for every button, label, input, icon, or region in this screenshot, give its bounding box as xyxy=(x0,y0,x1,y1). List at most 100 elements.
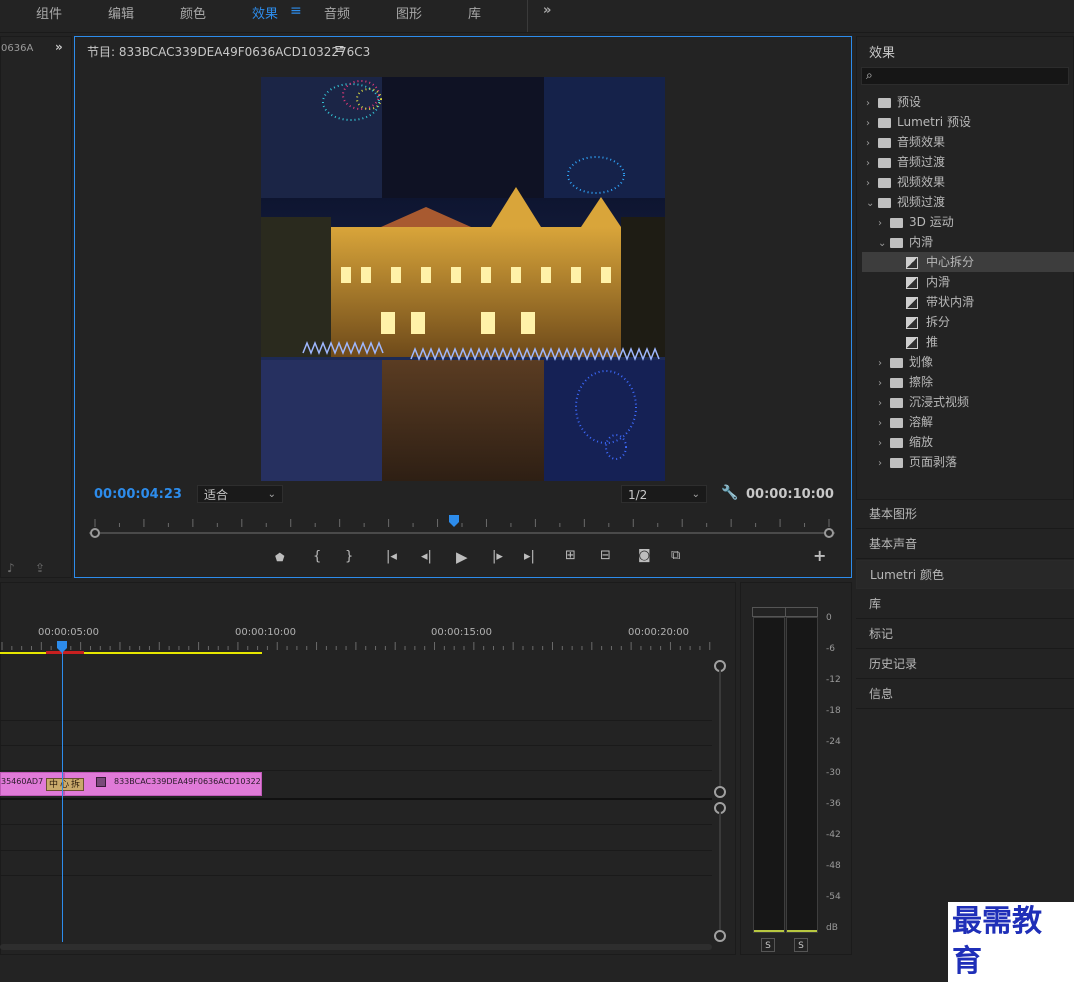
effect-folder[interactable]: ⌄ 视频过渡 xyxy=(862,192,1074,212)
panel-overflow-icon[interactable]: » xyxy=(55,40,63,54)
playhead-line[interactable] xyxy=(62,652,63,942)
chevron-right-icon[interactable]: › xyxy=(866,94,878,114)
panel-info[interactable]: 信息 xyxy=(856,680,1074,709)
video-clip-right[interactable]: 833BCAC339DEA49F0636ACD10322 xyxy=(64,772,262,796)
effect-folder[interactable]: › 划像 xyxy=(862,352,1074,372)
chevron-right-icon[interactable]: › xyxy=(866,154,878,174)
workspace-menu-icon[interactable]: ≡ xyxy=(290,3,302,19)
folder-icon xyxy=(878,177,891,188)
tree-item-label: 沉浸式视频 xyxy=(909,395,970,409)
workspace-tab-libraries[interactable]: 库 xyxy=(468,3,481,22)
chevron-right-icon[interactable]: › xyxy=(866,114,878,134)
effect-folder[interactable]: › 溶解 xyxy=(862,412,1074,432)
wrench-icon[interactable]: 🔧 xyxy=(721,485,738,501)
effect-folder[interactable]: › 擦除 xyxy=(862,372,1074,392)
ruler-label: 00:00:10:00 xyxy=(235,627,297,638)
workspace-tab-assembly[interactable]: 组件 xyxy=(36,3,62,22)
chevron-right-icon[interactable]: › xyxy=(866,134,878,154)
chevron-down-icon[interactable]: ⌄ xyxy=(866,194,878,214)
go-to-out-icon[interactable]: ▸| xyxy=(524,549,535,564)
chevron-down-icon[interactable]: ⌄ xyxy=(878,234,890,254)
button-editor-plus-icon[interactable]: + xyxy=(813,546,826,565)
solo-left-button[interactable]: S xyxy=(761,938,775,952)
export-frame-icon[interactable]: ◙ xyxy=(638,548,651,563)
chevron-right-icon[interactable]: › xyxy=(878,374,890,394)
program-monitor-title[interactable]: 节目: 833BCAC339DEA49F0636ACD1032276C3 xyxy=(87,43,370,60)
folder-icon xyxy=(878,157,891,168)
scroll-handle-bottom[interactable] xyxy=(714,786,726,798)
workspace-tab-color[interactable]: 颜色 xyxy=(180,3,206,22)
scroll-handle-bottom[interactable] xyxy=(714,930,726,942)
compare-view-icon[interactable]: ⧉ xyxy=(671,548,680,563)
workspace-tab-graphics[interactable]: 图形 xyxy=(396,3,422,22)
panel-history[interactable]: 历史记录 xyxy=(856,650,1074,679)
effect-item[interactable]: 拆分 xyxy=(862,312,1074,332)
add-marker-icon[interactable]: ⬟ xyxy=(275,551,285,564)
tree-item-label: Lumetri 预设 xyxy=(897,115,971,129)
zoom-fit-dropdown[interactable]: 适合 ⌄ xyxy=(197,485,283,503)
effects-search-input[interactable]: ⌕ xyxy=(861,67,1069,85)
chevron-right-icon[interactable]: › xyxy=(878,434,890,454)
horizontal-scrollbar[interactable] xyxy=(0,944,712,950)
effect-folder[interactable]: › Lumetri 预设 xyxy=(862,112,1074,132)
timeline-ruler[interactable] xyxy=(0,640,712,656)
ruler-label: 00:00:05:00 xyxy=(38,627,100,638)
effect-folder[interactable]: › 3D 运动 xyxy=(862,212,1074,232)
panel-essential-graphics[interactable]: 基本图形 xyxy=(856,500,1074,529)
effect-item[interactable]: 推 xyxy=(862,332,1074,352)
chevron-right-icon[interactable]: › xyxy=(878,394,890,414)
workspace-tab-effects[interactable]: 效果 xyxy=(252,3,278,22)
mark-out-icon[interactable]: } xyxy=(345,549,353,564)
db-tick: dB xyxy=(826,923,838,933)
effect-folder[interactable]: › 页面剥落 xyxy=(862,452,1074,472)
chevron-right-icon[interactable]: › xyxy=(878,214,890,234)
insert-icon[interactable]: ♪ xyxy=(7,561,15,575)
effect-folder[interactable]: › 音频过渡 xyxy=(862,152,1074,172)
track-divider xyxy=(0,745,712,746)
track-divider xyxy=(0,824,712,825)
panel-menu-icon[interactable]: ≡ xyxy=(334,42,345,57)
effect-folder[interactable]: ⌄ 内滑 xyxy=(862,232,1074,252)
chevron-right-icon[interactable]: › xyxy=(878,454,890,474)
more-workspaces-icon[interactable]: » xyxy=(543,3,551,18)
chevron-right-icon[interactable]: › xyxy=(878,354,890,374)
effect-folder[interactable]: › 视频效果 xyxy=(862,172,1074,192)
effect-folder[interactable]: › 沉浸式视频 xyxy=(862,392,1074,412)
panel-markers[interactable]: 标记 xyxy=(856,620,1074,649)
effect-item[interactable]: 内滑 xyxy=(862,272,1074,292)
transition-effect-icon xyxy=(906,276,918,289)
transition-effect-icon xyxy=(906,336,918,349)
workspace-tab-audio[interactable]: 音频 xyxy=(324,3,350,22)
monitor-time-ruler[interactable] xyxy=(83,513,843,541)
scroll-track[interactable] xyxy=(719,812,721,930)
effect-folder[interactable]: › 音频效果 xyxy=(862,132,1074,152)
effect-folder[interactable]: › 缩放 xyxy=(862,432,1074,452)
mark-in-icon[interactable]: { xyxy=(313,549,321,564)
source-panel: 0636A » ♪ ⇪ xyxy=(0,36,72,578)
effect-item[interactable]: 中心拆分 xyxy=(862,252,1074,272)
scroll-track[interactable] xyxy=(719,670,721,786)
playback-resolution-dropdown[interactable]: 1/2 ⌄ xyxy=(621,485,707,503)
chevron-right-icon[interactable]: › xyxy=(866,174,878,194)
lift-icon[interactable]: ⊞ xyxy=(565,548,576,563)
workspace-tab-editing[interactable]: 编辑 xyxy=(108,3,134,22)
source-panel-title[interactable]: 0636A xyxy=(1,43,33,54)
panel-lumetri-color[interactable]: Lumetri 颜色 xyxy=(856,560,1074,589)
panel-essential-sound[interactable]: 基本声音 xyxy=(856,530,1074,559)
db-tick: -30 xyxy=(826,768,841,778)
go-to-in-icon[interactable]: |◂ xyxy=(386,549,397,564)
play-icon[interactable]: ▶ xyxy=(456,548,468,566)
panel-libraries[interactable]: 库 xyxy=(856,590,1074,619)
export-icon[interactable]: ⇪ xyxy=(35,561,45,575)
solo-right-button[interactable]: S xyxy=(794,938,808,952)
step-forward-icon[interactable]: |▸ xyxy=(492,549,503,564)
step-back-icon[interactable]: ◂| xyxy=(421,549,432,564)
tree-item-label: 推 xyxy=(926,335,939,349)
extract-icon[interactable]: ⊟ xyxy=(600,548,611,563)
chevron-right-icon[interactable]: › xyxy=(878,414,890,434)
effect-item[interactable]: 带状内滑 xyxy=(862,292,1074,312)
effects-panel-title[interactable]: 效果 xyxy=(869,42,895,61)
effect-folder[interactable]: › 预设 xyxy=(862,92,1074,112)
transition-center-split[interactable]: 中心拆 xyxy=(46,778,84,791)
playhead-timecode[interactable]: 00:00:04:23 xyxy=(94,487,182,502)
